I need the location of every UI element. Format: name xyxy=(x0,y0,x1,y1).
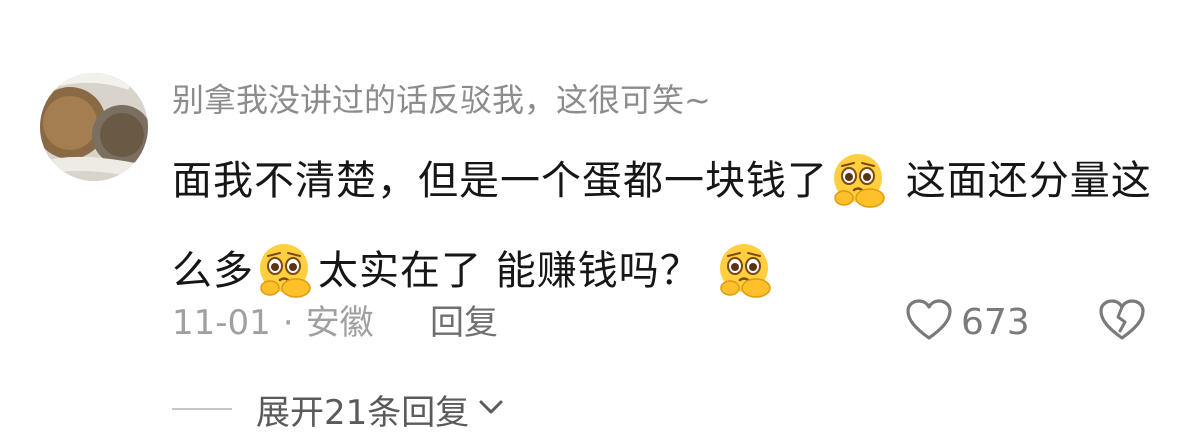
reply-button[interactable]: 回复 xyxy=(430,298,498,348)
comment-location: 安徽 xyxy=(305,303,374,343)
comment-text-part: 太实在了 能赚钱吗？ xyxy=(318,248,715,294)
comment-text-part: 面我不清楚，但是一个蛋都一块钱了 xyxy=(172,158,828,204)
pleading-face-icon xyxy=(830,152,890,233)
like-count: 673 xyxy=(961,301,1030,343)
expand-replies-button[interactable]: 展开21条回复 xyxy=(172,384,505,434)
heart-icon xyxy=(905,298,953,346)
avatar[interactable] xyxy=(40,73,148,181)
like-button[interactable]: 673 xyxy=(905,296,1030,348)
chevron-down-icon xyxy=(477,397,505,421)
dislike-button[interactable] xyxy=(1098,298,1146,346)
meta-separator: · xyxy=(282,303,294,343)
username[interactable]: 别拿我没讲过的话反驳我，这很可笑~ xyxy=(172,78,711,122)
comment-card: 别拿我没讲过的话反驳我，这很可笑~ 面我不清楚，但是一个蛋都一块钱了 这面还分量… xyxy=(0,0,1200,437)
divider-line xyxy=(172,408,232,410)
comment-meta: 11-01 · 安徽 xyxy=(172,298,374,348)
expand-replies-label: 展开21条回复 xyxy=(256,392,470,433)
pleading-face-icon xyxy=(716,242,776,323)
broken-heart-icon xyxy=(1098,299,1146,346)
comment-date: 11-01 xyxy=(172,303,271,343)
